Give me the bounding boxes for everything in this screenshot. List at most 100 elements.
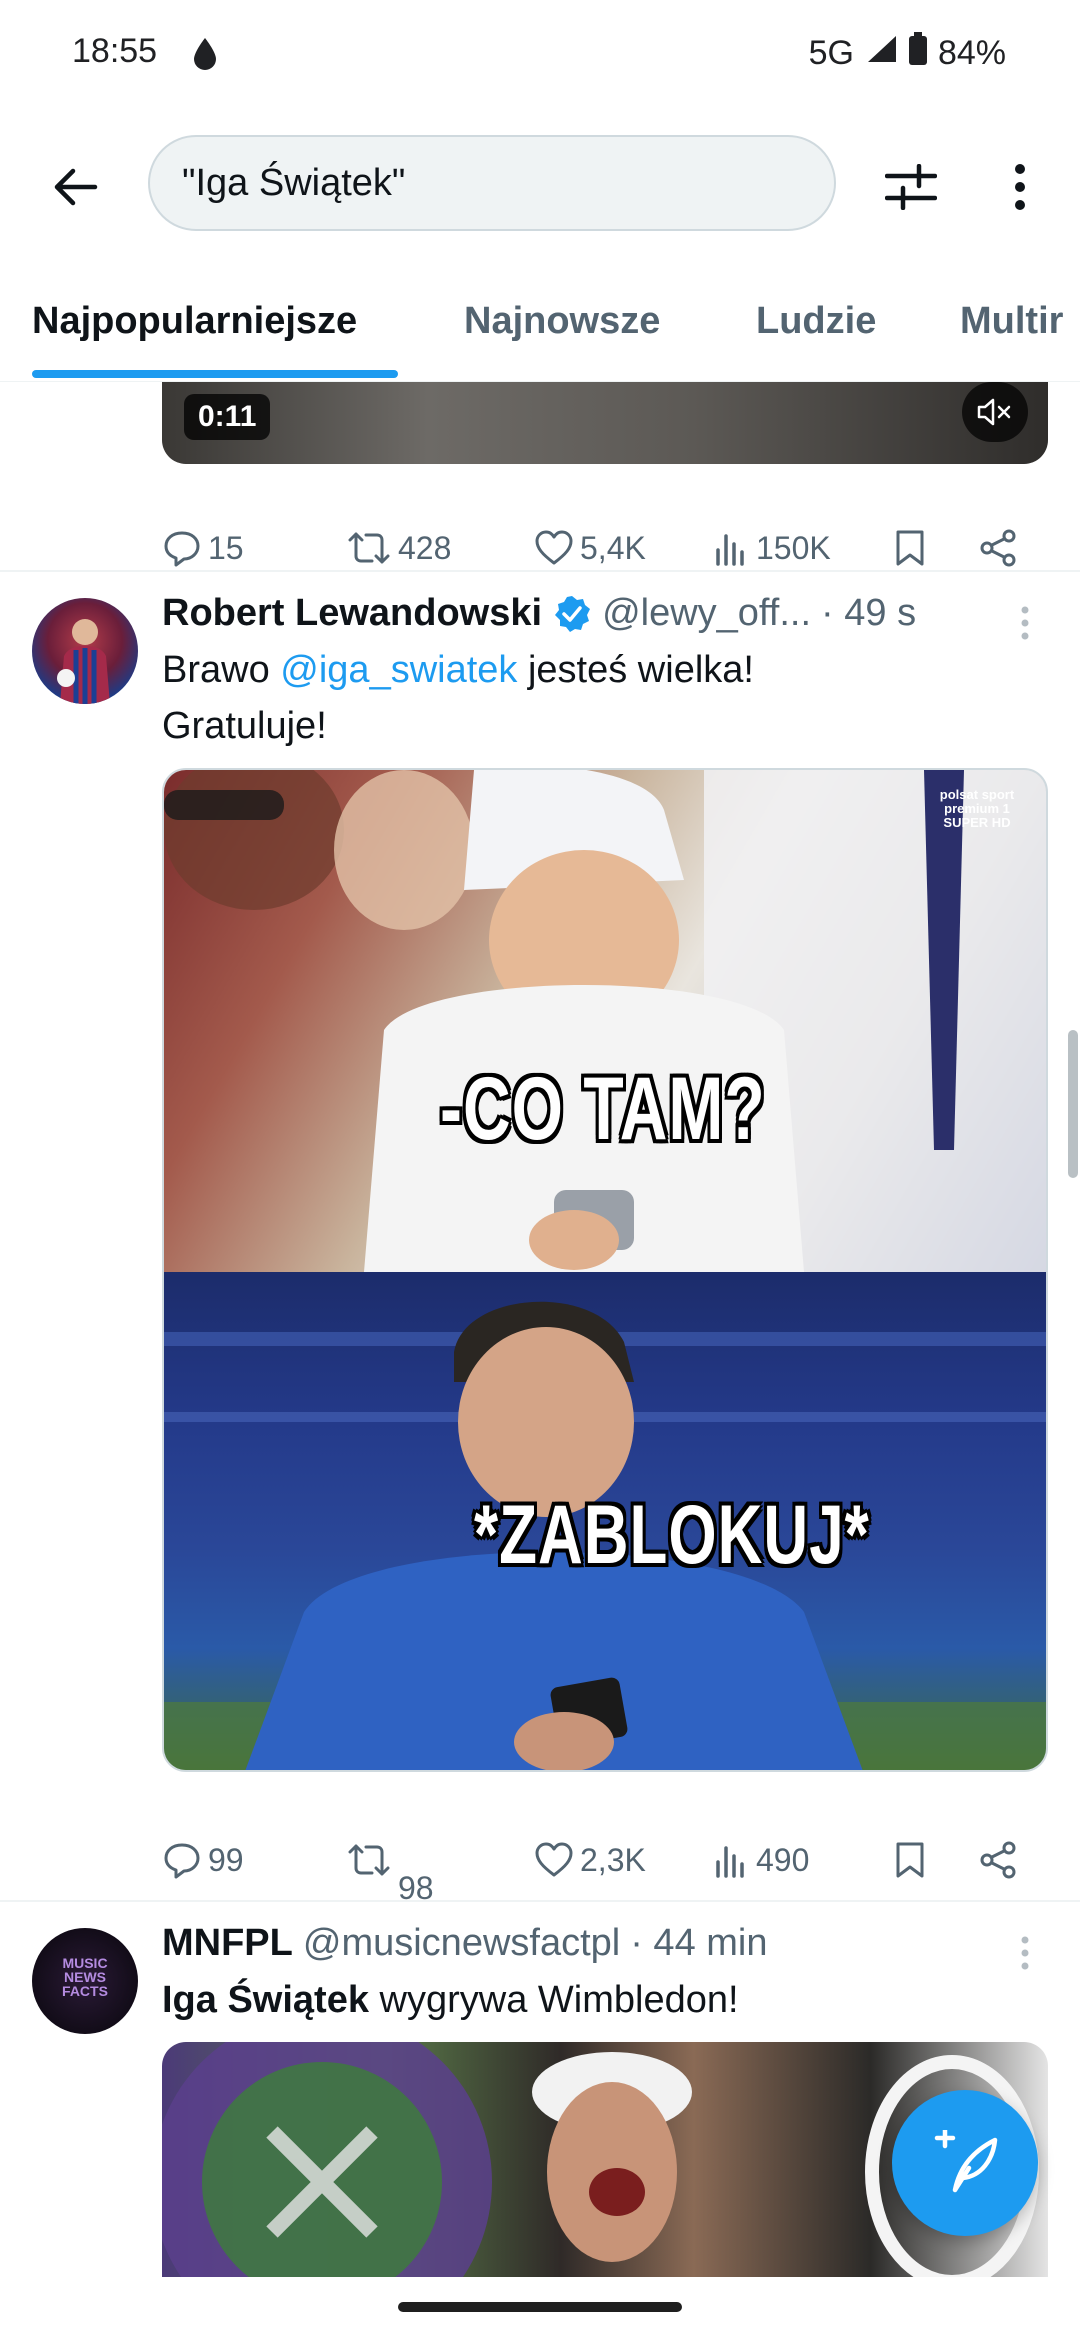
active-tab-indicator bbox=[32, 370, 398, 378]
bookmark-button[interactable] bbox=[894, 518, 926, 578]
channel-logo-sub: SUPER HD bbox=[943, 815, 1011, 830]
tweet-actions: 99 98 2,3K 490 bbox=[162, 1830, 1042, 1906]
tab-media[interactable]: Multir bbox=[960, 300, 1063, 343]
overflow-menu-button[interactable] bbox=[990, 152, 1050, 222]
bookmark-icon bbox=[896, 1842, 924, 1878]
analytics-icon bbox=[716, 1846, 744, 1878]
more-vertical-icon bbox=[1021, 606, 1029, 640]
author-handle[interactable]: @lewy_off... bbox=[602, 592, 811, 635]
tab-latest[interactable]: Najnowsze bbox=[464, 300, 660, 343]
share-button[interactable] bbox=[978, 518, 1018, 578]
tweet-time: · 44 min bbox=[630, 1922, 768, 1964]
share-icon bbox=[980, 529, 1016, 567]
analytics-icon bbox=[716, 534, 744, 566]
more-vertical-icon bbox=[1015, 164, 1025, 210]
tab-people[interactable]: Ludzie bbox=[756, 300, 876, 343]
reply-count: 99 bbox=[208, 1841, 244, 1878]
views-button[interactable]: 490 bbox=[714, 1830, 809, 1890]
tweet-divider bbox=[0, 1900, 1080, 1902]
tweet-text: Iga Świątek wygrywa Wimbledon! bbox=[162, 1972, 1022, 2028]
status-time: 18:55 bbox=[72, 32, 158, 70]
bookmark-icon bbox=[896, 530, 924, 566]
network-type: 5G bbox=[808, 34, 854, 72]
gesture-nav-handle[interactable] bbox=[398, 2302, 682, 2312]
author-name[interactable]: MNFPL bbox=[162, 1922, 293, 1965]
retweet-icon bbox=[348, 1844, 390, 1876]
views-button[interactable]: 150K bbox=[714, 518, 831, 578]
video-player[interactable]: 0:11 bbox=[162, 382, 1048, 464]
author-handle[interactable]: @musicnewsfactpl bbox=[303, 1922, 620, 1965]
retweet-count: 428 bbox=[398, 529, 452, 566]
view-count: 150K bbox=[756, 529, 831, 566]
unmute-button[interactable] bbox=[962, 382, 1028, 442]
tweet-time: · 49 s bbox=[821, 592, 917, 634]
search-top-bar: "Iga Świątek" bbox=[0, 130, 1080, 240]
reply-count: 15 bbox=[208, 529, 244, 566]
tweet-header: MNFPL @musicnewsfactpl · 44 min bbox=[162, 1922, 768, 1965]
arrow-left-icon bbox=[54, 168, 98, 206]
reply-icon bbox=[164, 531, 200, 567]
share-icon bbox=[980, 1841, 1016, 1879]
back-button[interactable] bbox=[40, 152, 110, 222]
more-vertical-icon bbox=[1021, 1936, 1029, 1970]
tab-top[interactable]: Najpopularniejsze bbox=[32, 300, 357, 343]
meme-caption-top: -CO TAM? bbox=[440, 1058, 766, 1158]
speaker-muted-icon bbox=[977, 398, 1011, 426]
search-tabs: Najpopularniejsze Najnowsze Ludzie Multi… bbox=[0, 282, 1080, 382]
author-name[interactable]: Robert Lewandowski bbox=[162, 592, 542, 635]
tweet-divider bbox=[0, 570, 1080, 572]
search-filters-button[interactable] bbox=[876, 152, 946, 222]
tweet-options-button[interactable] bbox=[1010, 1928, 1040, 1978]
battery-percent: 84% bbox=[937, 34, 1006, 72]
search-query: "Iga Świątek" bbox=[182, 161, 406, 204]
heart-icon bbox=[535, 1842, 573, 1877]
mention-link[interactable]: @iga_swiatek bbox=[280, 649, 517, 691]
battery-icon bbox=[908, 32, 928, 75]
retweet-button[interactable]: 98 bbox=[346, 1830, 434, 1906]
tweet-options-button[interactable] bbox=[1010, 598, 1040, 648]
avatar[interactable]: MUSIC NEWS FACTS bbox=[32, 1928, 138, 2034]
tweet-image[interactable]: polsat sport premium 1 SUPER HD -CO TAM?… bbox=[162, 768, 1048, 1772]
reply-button[interactable]: 15 bbox=[162, 518, 244, 578]
status-bar: 18:55 5G 84% bbox=[0, 0, 1080, 110]
meme-caption-bottom: *ZABLOKUJ* bbox=[474, 1488, 870, 1583]
tweet-text-part: jesteś wielka! bbox=[517, 649, 754, 691]
compose-plus-feather-icon bbox=[934, 2130, 998, 2193]
tweet-text-line: Gratuluje! bbox=[162, 705, 327, 747]
retweet-icon bbox=[348, 532, 390, 564]
status-indicators: 5G 84% bbox=[809, 32, 1006, 75]
view-count: 490 bbox=[756, 1841, 810, 1878]
bookmark-button[interactable] bbox=[894, 1830, 926, 1890]
tweet-text: Brawo @iga_swiatek jesteś wielka! Gratul… bbox=[162, 642, 1022, 754]
avatar[interactable] bbox=[32, 598, 138, 704]
sliders-icon bbox=[885, 164, 937, 210]
reply-button[interactable]: 99 bbox=[162, 1830, 244, 1890]
share-button[interactable] bbox=[978, 1830, 1018, 1890]
avatar-logo-text: MUSIC NEWS FACTS bbox=[62, 1955, 108, 1999]
retweet-button[interactable]: 428 bbox=[346, 518, 451, 578]
like-count: 5,4K bbox=[580, 529, 646, 566]
meme-bottom-panel: *ZABLOKUJ* bbox=[164, 1272, 1046, 1770]
meme-top-panel: polsat sport premium 1 SUPER HD -CO TAM? bbox=[164, 770, 1046, 1272]
verified-badge-icon bbox=[555, 595, 591, 632]
channel-logo: polsat sport premium 1 SUPER HD bbox=[922, 788, 1032, 830]
channel-logo-text: polsat sport premium 1 bbox=[939, 787, 1015, 816]
tweet-text-part: Brawo bbox=[162, 649, 281, 691]
tweet-header: Robert Lewandowski @lewy_off... · 49 s bbox=[162, 592, 916, 635]
tweet-actions: 15 428 5,4K 150K bbox=[162, 518, 1042, 578]
avatar-image bbox=[57, 619, 110, 704]
reply-icon bbox=[164, 1843, 200, 1879]
like-button[interactable]: 5,4K bbox=[534, 518, 646, 578]
search-results-feed[interactable]: 0:11 15 428 5,4K 150K Robert Lewandowski… bbox=[0, 382, 1080, 2277]
data-saver-icon bbox=[192, 36, 218, 77]
heart-icon bbox=[535, 530, 573, 565]
video-duration: 0:11 bbox=[184, 394, 271, 440]
scrollbar-thumb[interactable] bbox=[1068, 1030, 1078, 1178]
meme-top-illustration bbox=[164, 770, 1046, 1272]
like-button[interactable]: 2,3K bbox=[534, 1830, 646, 1890]
tweet-text-bold: Iga Świątek bbox=[162, 1979, 369, 2021]
like-count: 2,3K bbox=[580, 1841, 646, 1878]
signal-icon bbox=[864, 34, 898, 73]
search-input[interactable]: "Iga Świątek" bbox=[148, 135, 836, 231]
compose-tweet-button[interactable] bbox=[892, 2090, 1038, 2236]
